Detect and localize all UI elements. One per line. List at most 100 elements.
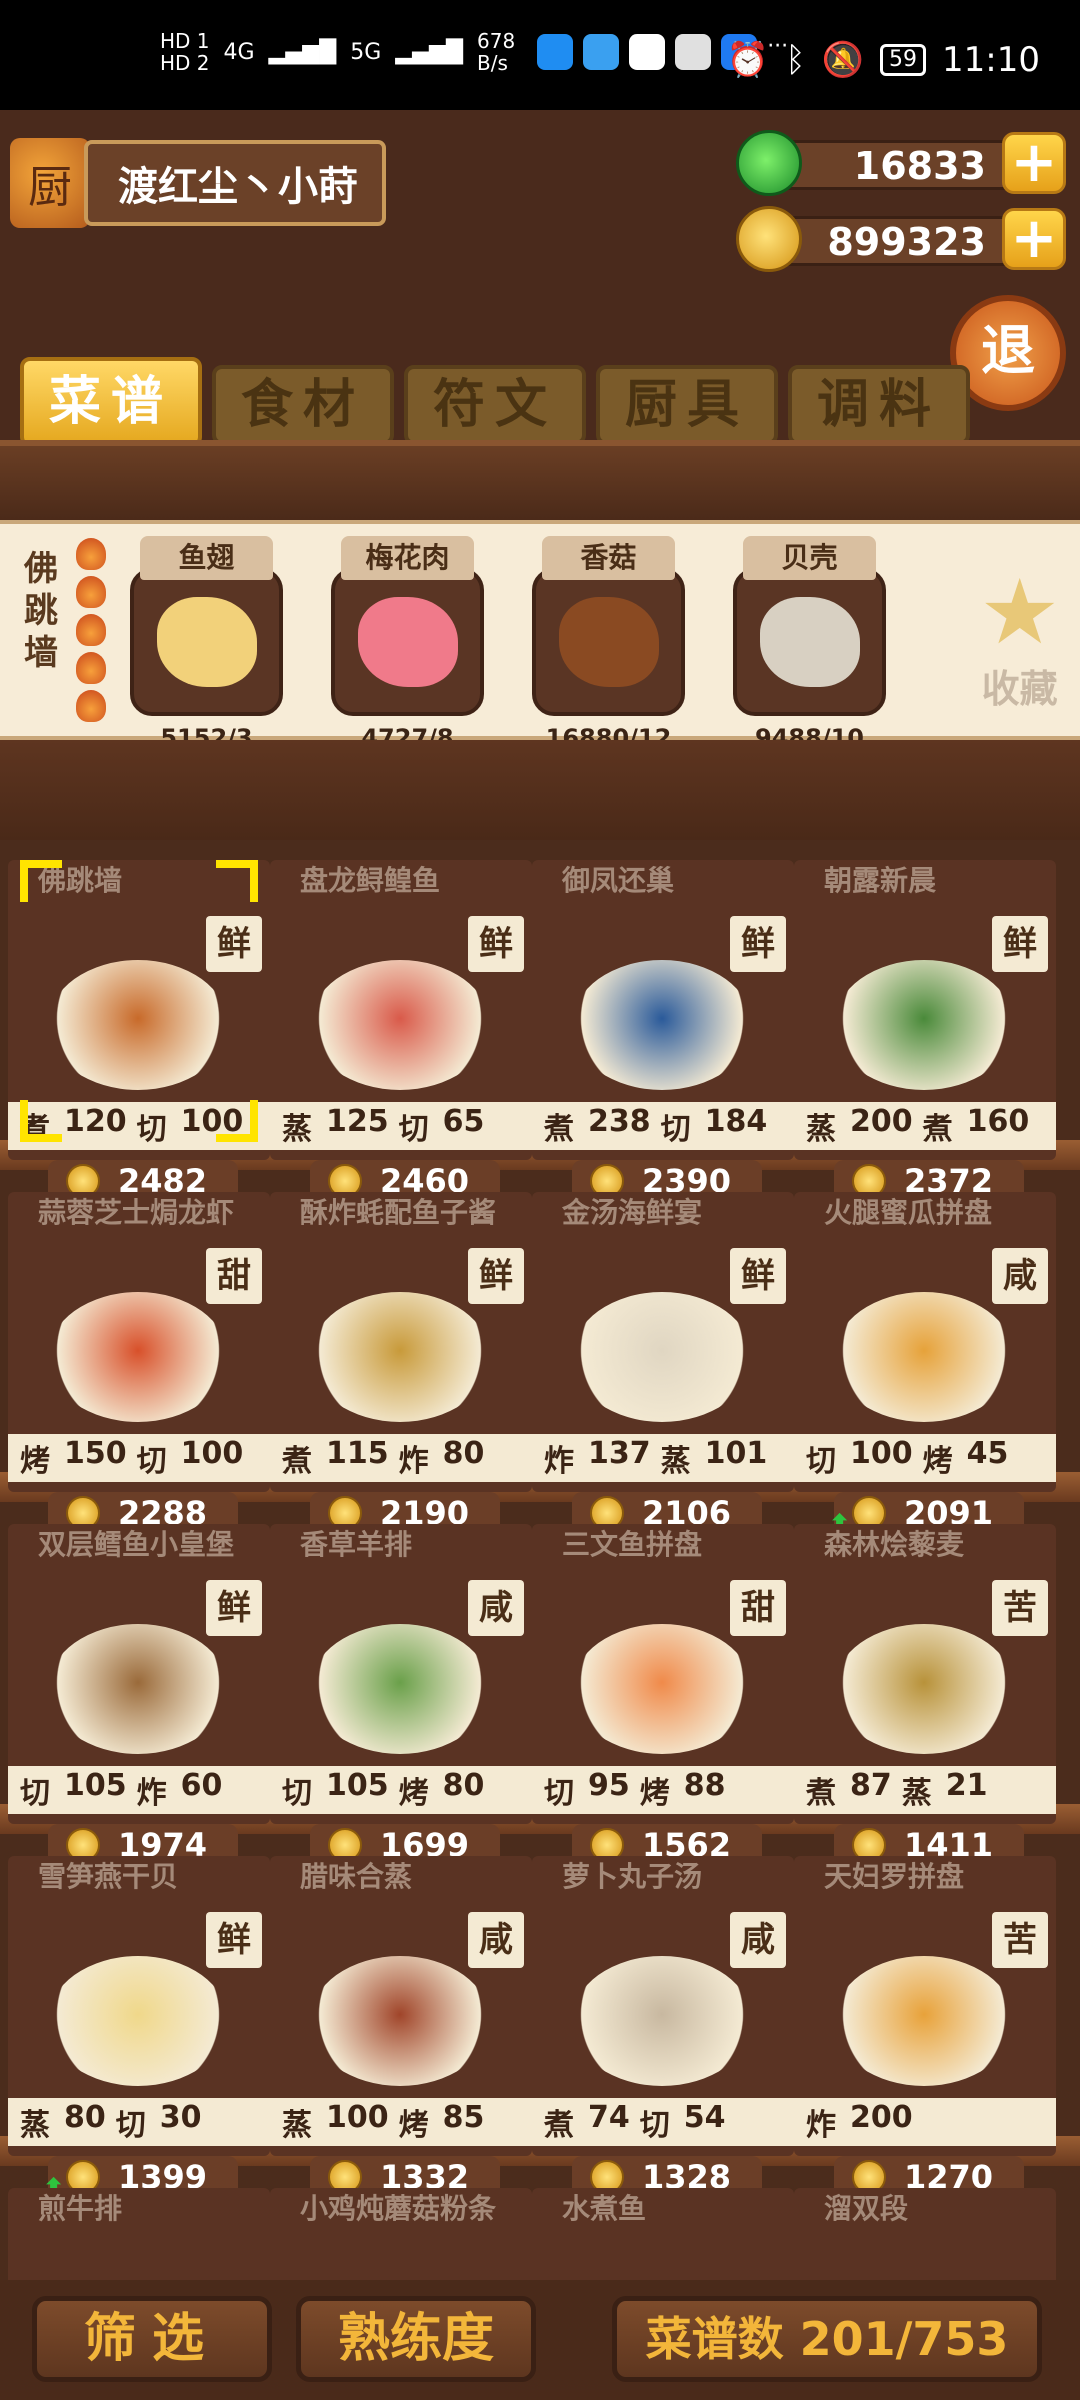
taste-badge: 鲜 <box>206 1912 262 1968</box>
recipe-card[interactable]: 森林烩藜麦苦煮 87 蒸 21 1411 <box>794 1524 1056 1866</box>
tab-utensils[interactable]: 厨具 <box>596 365 778 445</box>
skill-requirements: 蒸 200 煮 160 <box>794 1102 1056 1150</box>
add-coin-button[interactable]: + <box>1002 208 1066 270</box>
skill-value: 125 <box>326 1104 389 1139</box>
flame-icon <box>76 690 106 722</box>
skill-type: 蒸 <box>660 1444 691 1479</box>
dish-image-icon <box>310 1624 490 1754</box>
recipe-card[interactable]: 天妇罗拼盘苦炸 200 1270 <box>794 1856 1056 2198</box>
skill-value: 115 <box>326 1436 389 1471</box>
bottom-bar: 筛选 熟练度 菜谱数 201/753 <box>0 2280 1080 2400</box>
recipe-card[interactable]: 香草羊排咸切 105 烤 80 1699 <box>270 1524 532 1866</box>
coin-currency: 899323 + <box>736 206 1066 272</box>
skill-value: 87 <box>850 1768 892 1803</box>
net-speed: 678 B/s <box>477 29 516 75</box>
favorite-button[interactable]: ★ 收藏 <box>979 568 1060 713</box>
taste-badge: 咸 <box>992 1248 1048 1304</box>
category-tabs: 菜谱 食材 符文 厨具 调料 <box>20 357 970 447</box>
skill-type: 炸 <box>136 1776 167 1811</box>
skill-value: 74 <box>588 2100 630 2135</box>
skill-requirements: 煮 87 蒸 21 <box>794 1766 1056 1814</box>
skill-type: 炸 <box>806 2108 836 2143</box>
recipe-card[interactable]: 火腿蜜瓜拼盘咸切100烤45⬆2091 <box>794 1192 1056 1541</box>
skill-type: 蒸 <box>282 2108 312 2143</box>
skill-type: 切 <box>282 1776 312 1811</box>
recipe-card[interactable]: 御凤还巢鲜煮 238 切 184 2390 <box>532 860 794 1202</box>
chef-avatar-icon[interactable]: 厨 <box>10 138 90 228</box>
skill-requirement: 炸 60 <box>137 1768 223 1812</box>
recipe-card[interactable]: 朝露新晨鲜蒸 200 煮 160 2372 <box>794 860 1056 1202</box>
recipe-card[interactable]: 溜双段 <box>794 2188 1056 2280</box>
taste-badge: 咸 <box>468 1580 524 1636</box>
flame-icon <box>76 576 106 608</box>
skill-type: 煮 <box>544 2108 574 2143</box>
skill-requirement: 蒸 100 <box>282 2100 389 2144</box>
skill-requirements: 切 100 烤 45 <box>794 1434 1056 1482</box>
taste-badge: 鲜 <box>730 1248 786 1304</box>
recipe-card[interactable]: 盘龙鲟鳇鱼鲜蒸 125 切 65 2460 <box>270 860 532 1202</box>
recipe-card[interactable]: 萝卜丸子汤咸煮 74 切 54 1328 <box>532 1856 794 2198</box>
skill-value: 238 <box>588 1104 651 1139</box>
recipe-name: 三文鱼拼盘 <box>562 1528 703 1561</box>
coin-amount: 899323 <box>827 220 986 264</box>
skill-requirement: 煮 115 <box>282 1436 389 1480</box>
flame-icon <box>76 538 106 570</box>
battery-icon: 59 <box>880 44 927 76</box>
recipe-card[interactable]: 金汤海鲜宴鲜炸 137 蒸 101 2106 <box>532 1192 794 1534</box>
skill-requirements: 煮 115 炸 80 <box>270 1434 532 1482</box>
recipe-card[interactable]: 蒜蓉芝士焗龙虾甜烤 150 切 100 2288 <box>8 1192 270 1534</box>
skill-requirement: 蒸 101 <box>661 1436 768 1480</box>
sim2-label: HD 2 <box>160 51 210 75</box>
recipe-card[interactable]: 煎牛排 <box>8 2188 270 2280</box>
skill-type: 切 <box>660 1112 691 1147</box>
tab-seasonings[interactable]: 调料 <box>788 365 970 445</box>
dish-image-icon <box>48 960 228 1090</box>
skill-requirement: 烤 88 <box>640 1768 726 1812</box>
tab-recipes[interactable]: 菜谱 <box>20 357 202 447</box>
skill-value: 95 <box>588 1768 630 1803</box>
skill-value: 80 <box>64 2100 106 2135</box>
taste-badge: 鲜 <box>206 916 262 972</box>
recipe-card[interactable]: 酥炸蚝配鱼子酱鲜煮 115 炸 80 2190 <box>270 1192 532 1534</box>
skill-type: 切 <box>136 1444 167 1479</box>
skill-value: 105 <box>64 1768 127 1803</box>
recipe-name: 雪笋燕干贝 <box>38 1860 179 1893</box>
add-jade-button[interactable]: + <box>1002 132 1066 194</box>
skill-requirements: 炸 137 蒸 101 <box>532 1434 794 1482</box>
skill-value: 54 <box>683 2100 726 2135</box>
network-5g: 5G <box>350 39 382 65</box>
recipe-card[interactable]: 佛跳墙鲜煮 120 切 100 2482 <box>8 860 270 1202</box>
tab-runes[interactable]: 符文 <box>404 365 586 445</box>
recipe-name: 酥炸蚝配鱼子酱 <box>300 1196 497 1229</box>
skill-requirements: 烤 150 切 100 <box>8 1434 270 1482</box>
selection-corner <box>216 1100 258 1142</box>
recipe-card[interactable]: 三文鱼拼盘甜切 95 烤 88 1562 <box>532 1524 794 1866</box>
tab-ingredients[interactable]: 食材 <box>212 365 394 445</box>
recipe-card[interactable]: 雪笋燕干贝鲜蒸80切30⬆1399 <box>8 1856 270 2205</box>
skill-value: 80 <box>442 1768 485 1803</box>
skill-value: 137 <box>588 1436 651 1471</box>
recipe-card[interactable]: 腊味合蒸咸蒸 100 烤 85 1332 <box>270 1856 532 2198</box>
dish-image-icon <box>834 1624 1014 1754</box>
skill-type: 切 <box>398 1112 429 1147</box>
skill-requirements: 蒸 125 切 65 <box>270 1102 532 1150</box>
skill-value: 150 <box>64 1436 127 1471</box>
mushroom-icon <box>558 597 659 687</box>
player-card[interactable]: 厨 渡红尘丶小莳 <box>10 138 386 228</box>
recipe-card[interactable]: 水煮鱼 <box>532 2188 794 2280</box>
flame-icon <box>76 652 106 684</box>
skill-type: 煮 <box>282 1444 312 1479</box>
recipe-name: 朝露新晨 <box>824 864 937 897</box>
favorite-label: 收藏 <box>981 667 1058 711</box>
recipe-card[interactable]: 小鸡炖蘑菇粉条 <box>270 2188 532 2280</box>
filter-button[interactable]: 筛选 <box>32 2296 272 2382</box>
recipe-name: 森林烩藜麦 <box>824 1528 965 1561</box>
dish-image-icon <box>310 1956 490 2086</box>
skill-requirement: 烤 45 <box>923 1436 1009 1480</box>
recipe-card[interactable]: 双层鳕鱼小皇堡鲜切 105 炸 60 1974 <box>8 1524 270 1866</box>
recipe-name: 蒜蓉芝士焗龙虾 <box>38 1196 235 1229</box>
proficiency-button[interactable]: 熟练度 <box>296 2296 536 2382</box>
skill-requirement: 烤 80 <box>399 1768 485 1812</box>
skill-requirement: 炸 80 <box>399 1436 485 1480</box>
recipe-name: 煎牛排 <box>38 2192 123 2225</box>
